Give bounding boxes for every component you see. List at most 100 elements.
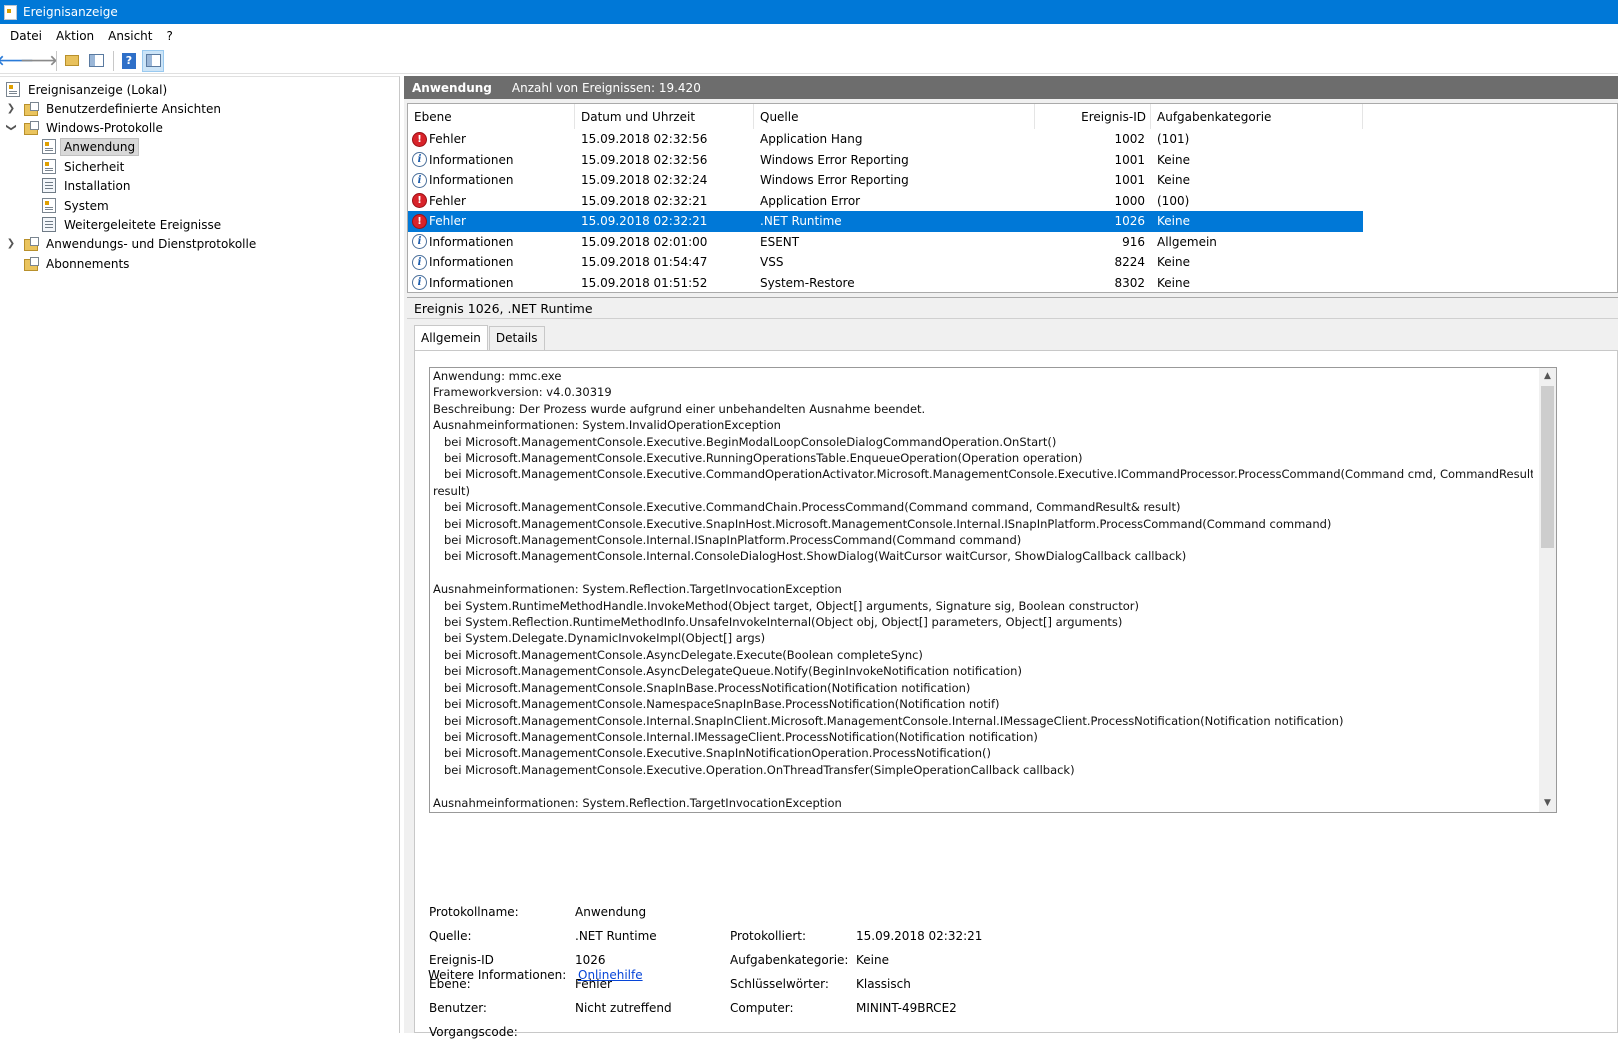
menu-help[interactable]: ? (160, 27, 178, 45)
table-row[interactable]: i Informationen 15.09.2018 02:32:56 Windows… (408, 150, 1363, 171)
action-pane-icon[interactable] (142, 49, 164, 72)
cell-date: 15.09.2018 02:32:24 (581, 173, 708, 188)
prop-label-aufgabenkategorie: Aufgabenkategorie: (730, 953, 849, 967)
description-line: bei System.Reflection.RuntimeMethodInfo.… (433, 615, 1123, 630)
error-icon: ! (412, 193, 427, 209)
log-icon (42, 178, 56, 193)
tab-details[interactable]: Details (488, 326, 545, 350)
info-icon: i (412, 152, 427, 168)
results-pane: Anwendung Anzahl von Ereignissen: 19.420… (404, 76, 1618, 1039)
up-folder-icon[interactable] (61, 50, 83, 72)
tree-item-anwendung[interactable]: Anwendung (42, 137, 140, 156)
description-line (433, 565, 1533, 581)
prop-value-computer: MININT-49BRCE2 (856, 1001, 957, 1015)
toolbar: 🡐 🡒 ? (0, 48, 1618, 74)
scroll-up-icon[interactable]: ▲ (1539, 368, 1556, 385)
log-name: Anwendung (412, 80, 492, 95)
table-row[interactable]: i Informationen 15.09.2018 01:54:47 VSS 8224… (408, 252, 1363, 273)
column-header-ebene[interactable]: Ebene (408, 104, 575, 129)
description-line: Anwendung: mmc.exe (433, 369, 562, 383)
tree-item-sicherheit[interactable]: Sicherheit (42, 157, 127, 176)
table-row[interactable]: ! Fehler 15.09.2018 02:32:21 Application Er… (408, 191, 1363, 212)
tree-item-system[interactable]: System (42, 196, 112, 215)
event-log-icon (42, 198, 56, 213)
info-icon: i (412, 254, 427, 270)
cell-source: System-Restore (760, 275, 855, 290)
title-bar: Ereignisanzeige (0, 0, 1618, 24)
description-line: bei Microsoft.ManagementConsole.Executiv… (433, 434, 1057, 449)
tree-item-anwendungs-und-dienstprotokolle[interactable]: ❯ Anwendungs- und Dienstprotokolle (6, 234, 259, 253)
cell-source: Windows Error Reporting (760, 152, 909, 167)
description-line: bei Microsoft.ManagementConsole.Executiv… (433, 467, 1533, 482)
table-row[interactable]: i Informationen 15.09.2018 02:32:24 Windows… (408, 170, 1363, 191)
cell-date: 15.09.2018 02:32:21 (581, 193, 708, 208)
cell-event-id: 8302 (1114, 275, 1145, 290)
event-viewer-icon (6, 82, 20, 97)
prop-value-benutzer: Nicht zutreffend (575, 1001, 672, 1015)
column-header-datum[interactable]: Datum und Uhrzeit (575, 104, 754, 129)
cell-level: Informationen (429, 152, 514, 167)
description-line: bei Microsoft.ManagementConsole.Namespac… (433, 697, 1000, 712)
cell-level: Fehler (429, 214, 466, 229)
tree-item-benutzerdefinierte-ansichten[interactable]: ❯ Benutzerdefinierte Ansichten (6, 99, 224, 118)
chevron-down-icon[interactable]: ❯ (6, 123, 17, 133)
cell-event-id: 916 (1122, 234, 1145, 249)
description-line: bei Microsoft.ManagementConsole.Executiv… (433, 500, 1181, 515)
event-properties: Protokollname: Anwendung Quelle: .NET Ru… (415, 813, 1515, 1015)
window-title: Ereignisanzeige (23, 5, 118, 19)
folder-icon (24, 236, 39, 251)
description-line: bei Microsoft.ManagementConsole.Executiv… (433, 451, 1083, 466)
prop-value-schluesselwoerter: Klassisch (856, 977, 911, 991)
event-description[interactable]: Anwendung: mmc.exe Frameworkversion: v4.0… (429, 367, 1557, 813)
column-header-ereignis-id[interactable]: Ereignis-ID (1035, 104, 1151, 129)
tree-item-installation[interactable]: Installation (42, 176, 133, 195)
menu-aktion[interactable]: Aktion (50, 27, 100, 45)
scroll-down-icon[interactable]: ▼ (1539, 795, 1556, 812)
tree-item-weitergeleitete-ereignisse[interactable]: Weitergeleitete Ereignisse (42, 215, 224, 234)
tree-item-ereignisanzeige-lokal[interactable]: Ereignisanzeige (Lokal) (6, 80, 170, 99)
cell-level: Fehler (429, 132, 466, 147)
cell-date: 15.09.2018 02:32:56 (581, 152, 708, 167)
detail-tabs: Allgemein Details (414, 325, 546, 350)
menu-ansicht[interactable]: Ansicht (102, 27, 158, 45)
help-icon[interactable]: ? (118, 50, 140, 72)
cell-event-id: 1001 (1114, 152, 1145, 167)
cell-level: Fehler (429, 193, 466, 208)
column-header-quelle[interactable]: Quelle (754, 104, 1035, 129)
log-icon (42, 217, 56, 232)
forward-arrow-icon[interactable]: 🡒 (20, 50, 58, 72)
prop-value-ereignis-id: 1026 (575, 953, 606, 967)
description-line: bei Microsoft.ManagementConsole.Executiv… (433, 762, 1075, 777)
table-row[interactable]: i Informationen 15.09.2018 02:01:00 ESENT 91… (408, 232, 1363, 253)
description-line: bei Microsoft.ManagementConsole.SnapInBa… (433, 680, 971, 695)
prop-label-vorgangscode: Vorgangscode: (429, 1025, 518, 1039)
cell-event-id: 1002 (1114, 132, 1145, 147)
tree-item-abonnements[interactable]: Abonnements (24, 254, 132, 273)
cell-source: Windows Error Reporting (760, 173, 909, 188)
description-scrollbar[interactable]: ▲ ▼ (1539, 368, 1556, 812)
tree-item-windows-protokolle[interactable]: ❯ Windows-Protokolle (6, 118, 166, 137)
scroll-thumb[interactable] (1541, 386, 1554, 548)
prop-label-benutzer: Benutzer: (429, 1001, 487, 1015)
cell-level: Informationen (429, 275, 514, 290)
menu-datei[interactable]: Datei (4, 27, 48, 45)
onlinehilfe-link[interactable]: Onlinehilfe (578, 968, 643, 982)
table-row[interactable]: ! Fehler 15.09.2018 02:32:21 .NET Runtime 10… (408, 211, 1363, 232)
tab-allgemein[interactable]: Allgemein (414, 325, 488, 350)
chevron-right-icon[interactable]: ❯ (6, 238, 16, 249)
cell-event-id: 1026 (1114, 214, 1145, 229)
table-row[interactable]: ! Fehler 15.09.2018 02:32:56 Application Ha… (408, 129, 1363, 150)
cell-date: 15.09.2018 01:54:47 (581, 255, 708, 270)
cell-event-id: 1001 (1114, 173, 1145, 188)
toolbar-separator (113, 50, 114, 71)
cell-category: Keine (1157, 152, 1190, 167)
event-count: Anzahl von Ereignissen: 19.420 (511, 80, 701, 95)
table-row[interactable]: i Informationen 15.09.2018 01:51:52 System-… (408, 273, 1363, 293)
column-header-aufgabenkategorie[interactable]: Aufgabenkategorie (1151, 104, 1363, 129)
description-line: bei Microsoft.ManagementConsole.Internal… (433, 729, 1038, 744)
prop-label-protokollname: Protokollname: (429, 905, 519, 919)
show-hide-console-tree-icon[interactable] (85, 50, 107, 72)
cell-event-id: 1000 (1114, 193, 1145, 208)
chevron-right-icon[interactable]: ❯ (6, 103, 16, 114)
description-line (433, 778, 1533, 794)
